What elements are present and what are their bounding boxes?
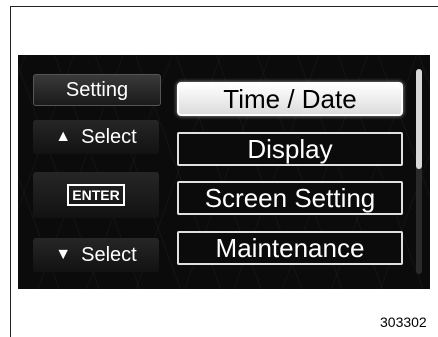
scrollbar[interactable] <box>416 69 422 274</box>
display-screen: Setting ▲ Select ENTER ▼ Select Time / D… <box>18 55 430 289</box>
menu-item-time-date[interactable]: Time / Date <box>177 82 403 116</box>
figure-id: 303302 <box>380 314 427 330</box>
menu-item-screen-setting[interactable]: Screen Setting <box>177 181 403 215</box>
enter-label: ENTER <box>67 184 125 206</box>
scrollbar-thumb[interactable] <box>416 69 422 169</box>
select-up-label: Select <box>81 125 137 148</box>
triangle-up-icon: ▲ <box>55 128 72 145</box>
menu-item-display[interactable]: Display <box>177 132 403 166</box>
select-down-label: Select <box>81 243 137 266</box>
frame-top-line <box>10 6 438 7</box>
menu-item-maintenance[interactable]: Maintenance <box>177 231 403 265</box>
frame-left-line <box>10 6 11 337</box>
setting-title: Setting <box>33 74 161 106</box>
select-up-button[interactable]: ▲ Select <box>33 120 159 154</box>
enter-button[interactable]: ENTER <box>33 172 159 218</box>
select-down-button[interactable]: ▼ Select <box>33 238 159 272</box>
triangle-down-icon: ▼ <box>55 246 72 263</box>
